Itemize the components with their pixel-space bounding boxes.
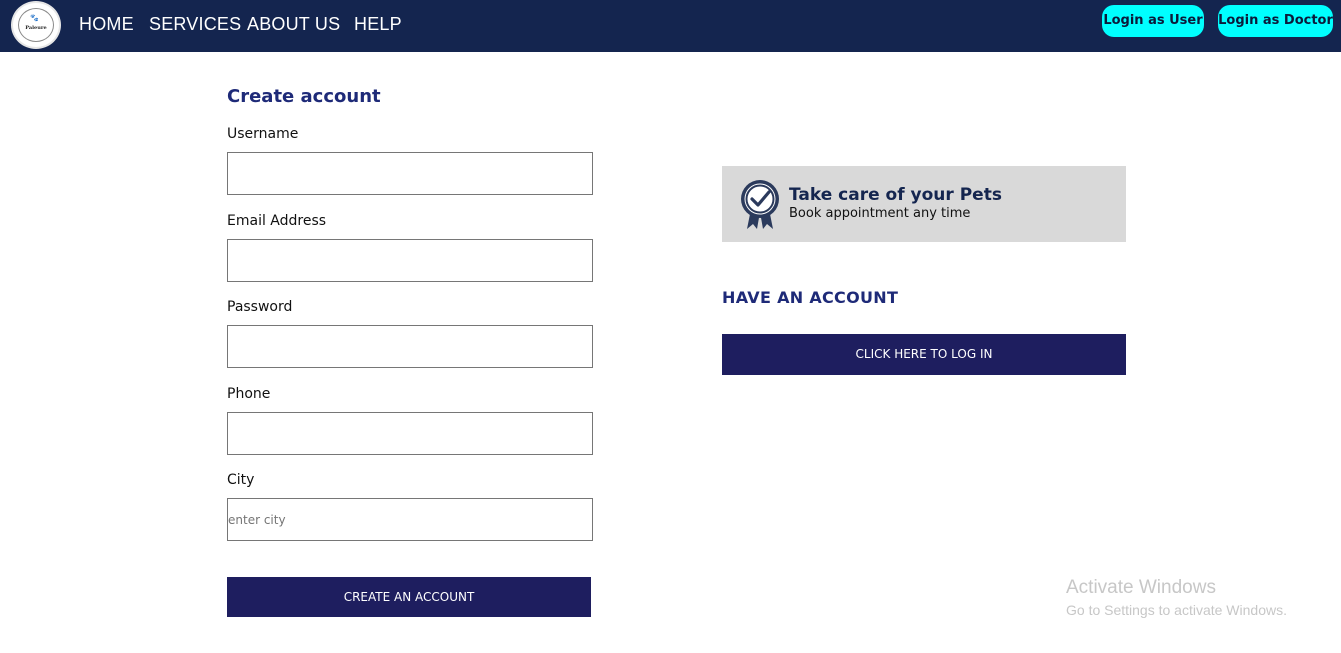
username-input[interactable] xyxy=(227,152,593,195)
login-as-user-button[interactable]: Login as User xyxy=(1102,5,1204,37)
nav-services-link[interactable]: SERVICES xyxy=(149,14,241,35)
login-link-button[interactable]: CLICK HERE TO LOG IN xyxy=(722,334,1126,375)
password-input[interactable] xyxy=(227,325,593,368)
promo-subtitle: Book appointment any time xyxy=(789,206,971,221)
promo-banner: Take care of your Pets Book appointment … xyxy=(722,166,1126,242)
nav-help-link[interactable]: HELP xyxy=(354,14,402,35)
phone-input[interactable] xyxy=(227,412,593,455)
promo-title: Take care of your Pets xyxy=(789,185,1002,205)
award-badge-icon xyxy=(741,180,779,229)
site-logo[interactable]: 🐾 Paleure xyxy=(11,1,61,49)
paw-icon: 🐾 xyxy=(30,14,39,22)
username-label: Username xyxy=(227,126,299,142)
have-account-heading: HAVE AN ACCOUNT xyxy=(722,288,899,307)
nav-home-link[interactable]: HOME xyxy=(79,14,134,35)
top-navbar: 🐾 Paleure HOME SERVICES ABOUT US HELP Lo… xyxy=(0,0,1341,52)
nav-about-link[interactable]: ABOUT US xyxy=(247,14,340,35)
city-label: City xyxy=(227,472,255,488)
create-account-button[interactable]: CREATE AN ACCOUNT xyxy=(227,577,591,617)
form-title: Create account xyxy=(227,86,381,107)
login-as-doctor-button[interactable]: Login as Doctor xyxy=(1218,5,1333,37)
activate-windows-subtitle: Go to Settings to activate Windows. xyxy=(1066,602,1287,618)
email-input[interactable] xyxy=(227,239,593,282)
activate-windows-title: Activate Windows xyxy=(1066,577,1216,598)
email-label: Email Address xyxy=(227,213,327,229)
phone-label: Phone xyxy=(227,386,271,402)
city-input[interactable] xyxy=(227,498,593,541)
password-label: Password xyxy=(227,299,293,315)
logo-wordmark: Paleure xyxy=(25,25,47,31)
